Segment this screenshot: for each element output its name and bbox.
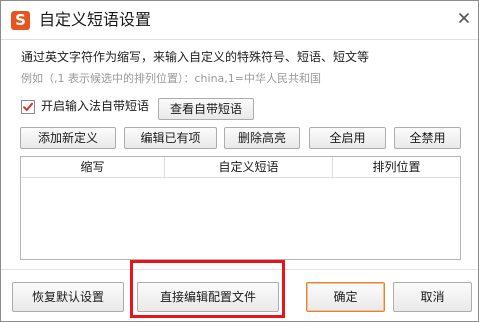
column-header-custom-phrase[interactable]: 自定义短语 — [165, 157, 333, 177]
disable-all-button[interactable]: 全禁用 — [394, 127, 461, 149]
column-header-position[interactable]: 排列位置 — [333, 157, 460, 177]
custom-phrase-settings-dialog: S 自定义短语设置 通过英文字符作为缩写，来输入自定义的特殊符号、短语、短文等 … — [0, 0, 479, 322]
column-header-abbreviation[interactable]: 缩写 — [21, 157, 165, 177]
enable-all-button[interactable]: 全启用 — [309, 127, 386, 149]
restore-defaults-button[interactable]: 恢复默认设置 — [12, 282, 124, 312]
title-bar[interactable]: S 自定义短语设置 — [1, 1, 478, 40]
edit-existing-button[interactable]: 编辑已有项 — [124, 127, 217, 149]
example-text: 例如（,1 表示候选中的排列位置）：china,1=中华人民共和国 — [21, 72, 321, 85]
dialog-title: 自定义短语设置 — [39, 10, 152, 29]
close-button[interactable] — [453, 7, 475, 29]
phrase-table[interactable]: 缩写 自定义短语 排列位置 — [20, 156, 461, 260]
footer-divider — [1, 269, 478, 270]
enable-builtin-phrases-checkbox[interactable] — [21, 100, 35, 114]
add-new-definition-button[interactable]: 添加新定义 — [20, 127, 116, 149]
table-header: 缩写 自定义短语 排列位置 — [21, 157, 460, 178]
close-icon — [459, 13, 469, 23]
view-builtin-phrases-button[interactable]: 查看自带短语 — [158, 98, 254, 120]
enable-builtin-phrases-label[interactable]: 开启输入法自带短语 — [41, 99, 149, 114]
sogou-logo-icon: S — [11, 11, 30, 30]
cancel-button[interactable]: 取消 — [393, 282, 472, 312]
delete-highlighted-button[interactable]: 删除高亮 — [224, 127, 300, 149]
edit-config-file-button[interactable]: 直接编辑配置文件 — [137, 282, 279, 312]
checkmark-icon — [23, 102, 33, 111]
ok-button[interactable]: 确定 — [306, 282, 385, 312]
description-text: 通过英文字符作为缩写，来输入自定义的特殊符号、短语、短文等 — [21, 50, 370, 64]
